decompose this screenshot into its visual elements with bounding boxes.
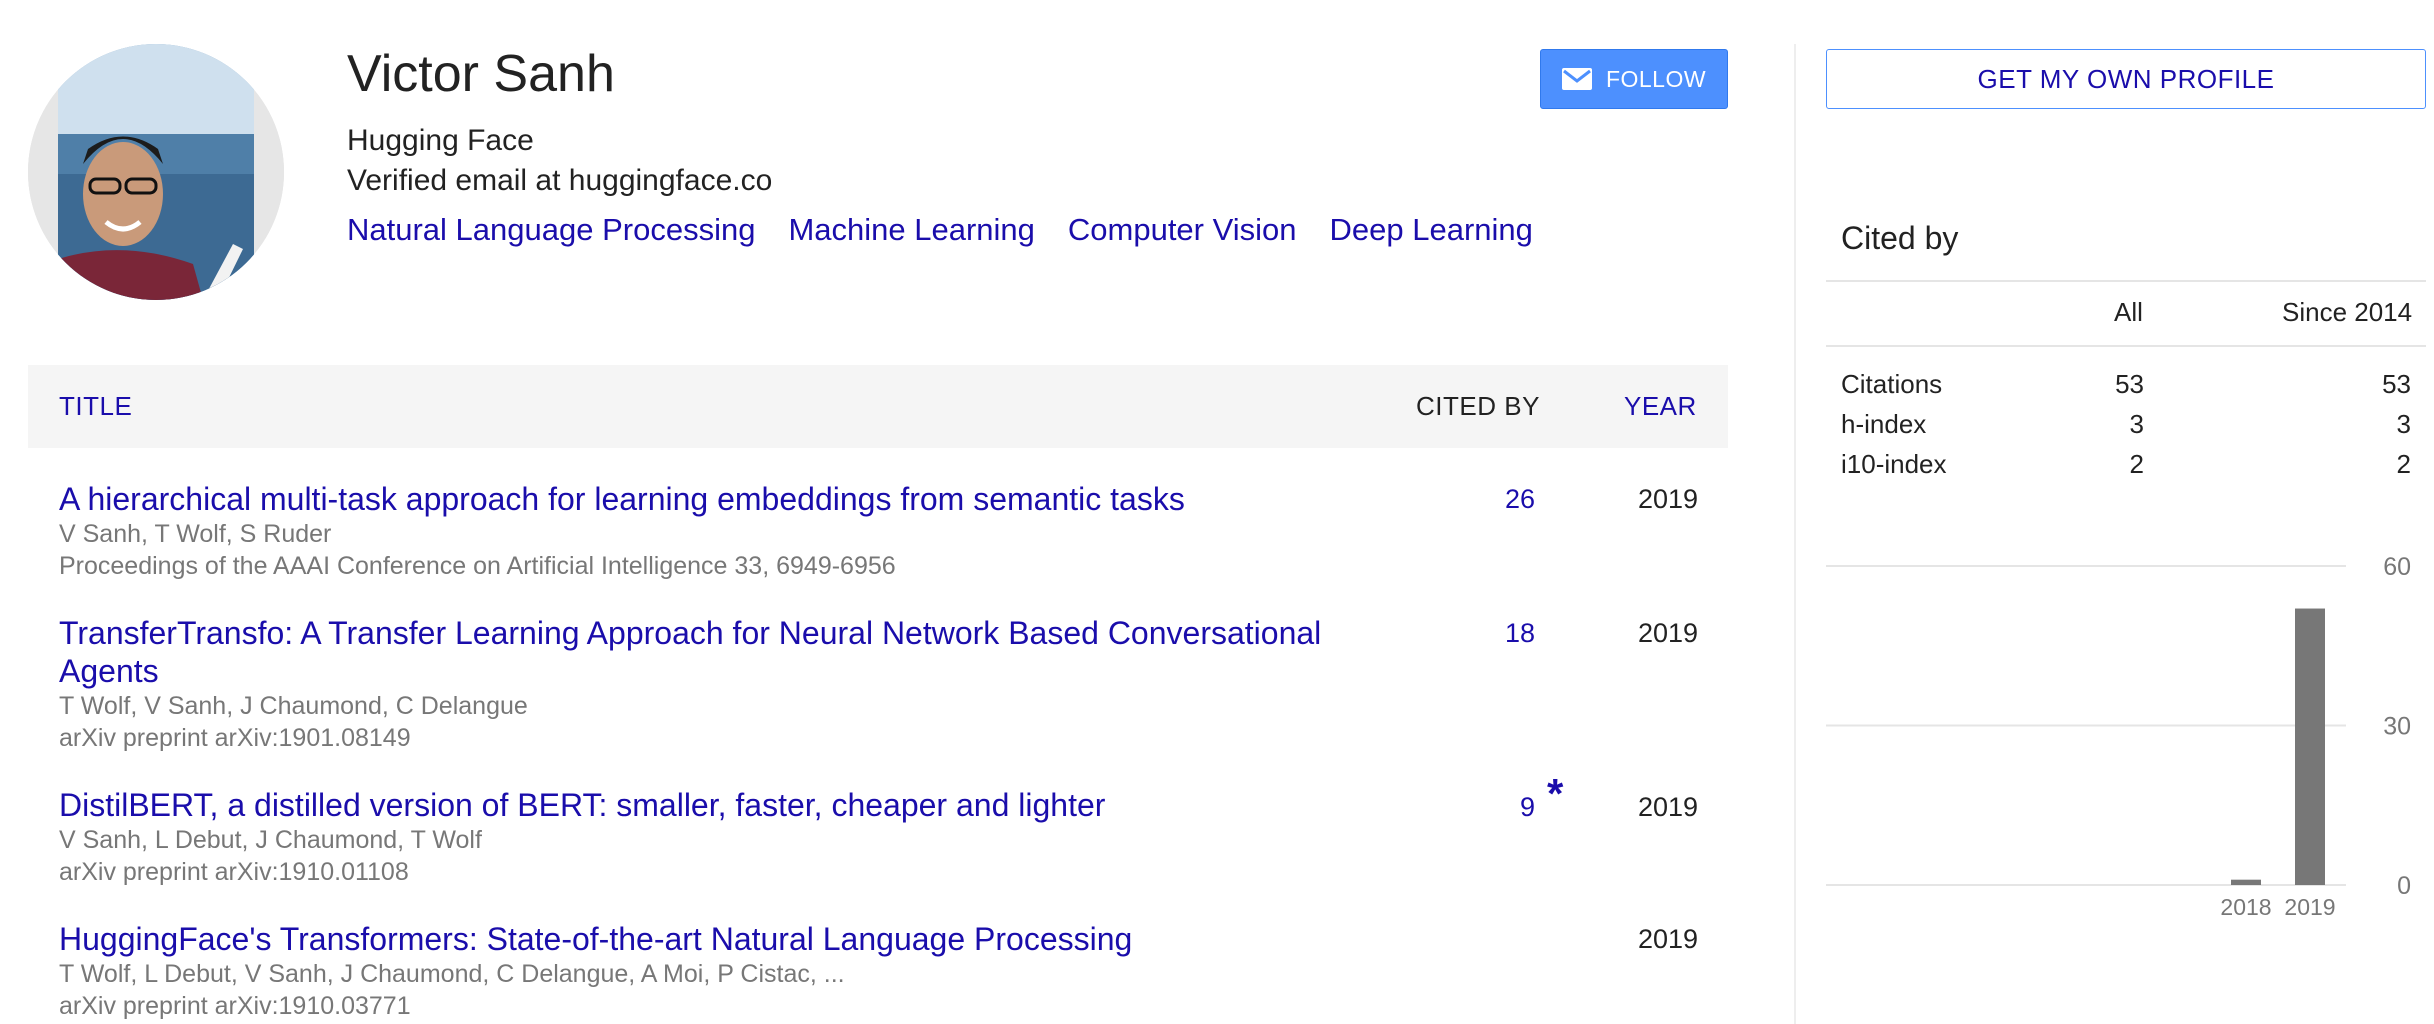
publication-year: 2019 bbox=[1638, 618, 1699, 648]
stats-col-all: All bbox=[2114, 297, 2143, 327]
publications-table-header: TITLE CITED BY YEAR bbox=[28, 365, 1728, 448]
cited-by-count[interactable]: 26 bbox=[1505, 484, 1535, 515]
y-tick-label: 0 bbox=[2397, 872, 2411, 900]
publication-authors: T Wolf, V Sanh, J Chaumond, C Delangue bbox=[59, 692, 528, 720]
citation-bar-2018[interactable] bbox=[2231, 879, 2261, 885]
follow-label: FOLLOW bbox=[1605, 65, 1707, 92]
sort-by-year[interactable]: YEAR bbox=[1624, 365, 1697, 448]
column-divider bbox=[1794, 44, 1796, 1024]
cited-by-count[interactable]: 9 bbox=[1520, 792, 1535, 823]
stat-all: 3 bbox=[2129, 409, 2144, 439]
get-my-own-profile-button[interactable]: GET MY OWN PROFILE bbox=[1826, 49, 2426, 109]
publication-venue: arXiv preprint arXiv:1910.03771 bbox=[59, 992, 411, 1020]
avatar-photo-icon bbox=[28, 44, 284, 300]
publication-title-link[interactable]: TransferTransfo: A Transfer Learning App… bbox=[59, 614, 1339, 690]
divider bbox=[1826, 280, 2426, 282]
stat-since: 3 bbox=[2396, 409, 2411, 439]
follow-button[interactable]: FOLLOW bbox=[1540, 49, 1728, 109]
x-tick-label: 2019 bbox=[2284, 894, 2335, 920]
publication-year: 2019 bbox=[1638, 924, 1699, 954]
stat-label: Citations bbox=[1841, 369, 1943, 399]
sort-by-title[interactable]: TITLE bbox=[59, 365, 132, 448]
stat-since: 53 bbox=[2382, 369, 2411, 399]
publication-authors: V Sanh, L Debut, J Chaumond, T Wolf bbox=[59, 826, 482, 854]
x-tick-label: 2018 bbox=[2220, 894, 2271, 920]
profile-email: Verified email at huggingface.co bbox=[347, 164, 773, 197]
divider bbox=[1826, 345, 2426, 347]
y-tick-label: 60 bbox=[2383, 553, 2411, 581]
stat-label: h-index bbox=[1841, 409, 1927, 439]
stats-col-since: Since 2014 bbox=[2282, 297, 2413, 327]
profile-avatar bbox=[28, 44, 284, 300]
cited-by-count[interactable]: 18 bbox=[1505, 618, 1535, 649]
publication-title-link[interactable]: A hierarchical multi-task approach for l… bbox=[59, 480, 1339, 518]
profile-affiliation: Hugging Face bbox=[347, 124, 534, 157]
publication-venue: arXiv preprint arXiv:1910.01108 bbox=[59, 858, 409, 886]
interest-link[interactable]: Natural Language Processing bbox=[347, 212, 755, 248]
publication-year: 2019 bbox=[1638, 484, 1699, 514]
publication-venue: arXiv preprint arXiv:1901.08149 bbox=[59, 724, 411, 752]
envelope-icon bbox=[1561, 68, 1592, 90]
stat-since: 2 bbox=[2396, 449, 2411, 479]
cited-by-header: CITED BY bbox=[1416, 391, 1540, 421]
y-tick-label: 30 bbox=[2383, 713, 2411, 741]
profile-name: Victor Sanh bbox=[347, 45, 615, 103]
publication-title-link[interactable]: DistilBERT, a distilled version of BERT:… bbox=[59, 786, 1339, 824]
publication-authors: V Sanh, T Wolf, S Ruder bbox=[59, 520, 332, 548]
stat-label: i10-index bbox=[1841, 449, 1947, 479]
stat-all: 53 bbox=[2115, 369, 2144, 399]
interest-link[interactable]: Deep Learning bbox=[1330, 212, 1533, 248]
interest-link[interactable]: Computer Vision bbox=[1068, 212, 1297, 248]
cited-by-title: Cited by bbox=[1841, 220, 1959, 256]
interest-link[interactable]: Machine Learning bbox=[788, 212, 1034, 248]
publication-authors: T Wolf, L Debut, V Sanh, J Chaumond, C D… bbox=[59, 960, 845, 988]
publication-title-link[interactable]: HuggingFace's Transformers: State-of-the… bbox=[59, 920, 1339, 958]
citation-bar-2019[interactable] bbox=[2295, 608, 2325, 885]
merged-citations-star[interactable]: * bbox=[1547, 770, 1563, 818]
profile-interests: Natural Language Processing Machine Lear… bbox=[347, 212, 1533, 248]
citations-per-year-chart: 0 30 60 2018 2019 bbox=[1826, 553, 2411, 920]
publication-venue: Proceedings of the AAAI Conference on Ar… bbox=[59, 552, 896, 580]
stat-all: 2 bbox=[2129, 449, 2144, 479]
publication-year: 2019 bbox=[1638, 792, 1699, 822]
